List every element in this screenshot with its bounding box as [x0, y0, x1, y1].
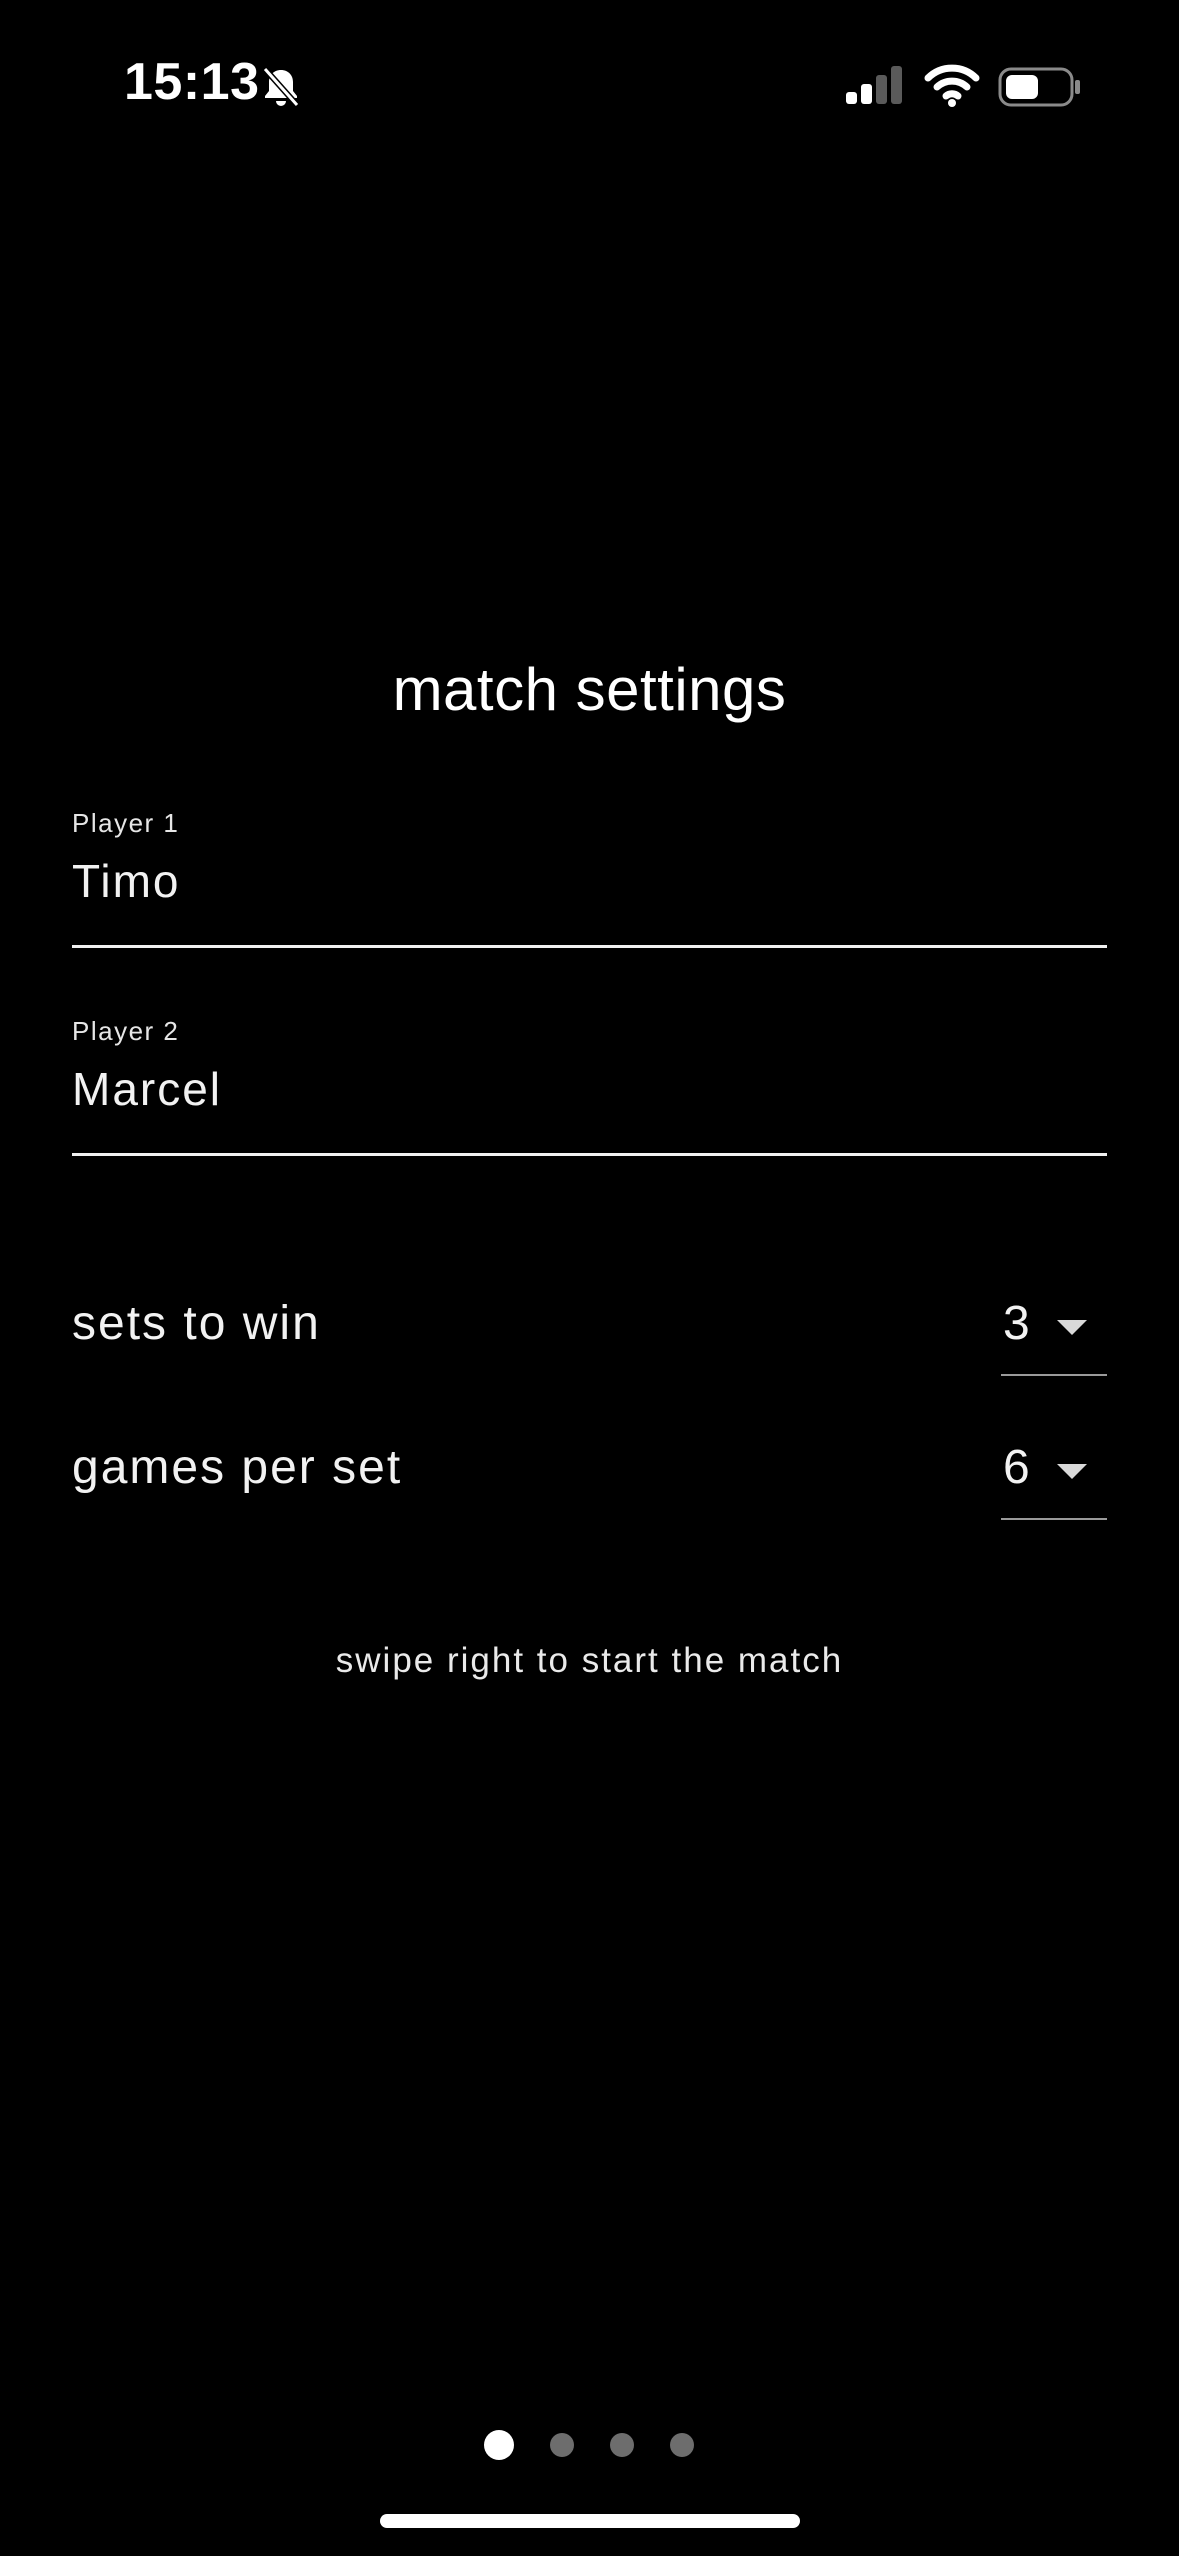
- page-title: match settings: [392, 656, 787, 723]
- home-indicator[interactable]: [380, 2514, 800, 2528]
- player-2-underline: [72, 1153, 1107, 1156]
- page-dot-4[interactable]: [670, 2433, 694, 2457]
- player-1-field[interactable]: Player 1 Timo: [72, 808, 1107, 948]
- battery-icon: [998, 67, 1080, 107]
- player-2-field[interactable]: Player 2 Marcel: [72, 1016, 1107, 1156]
- chevron-down-icon[interactable]: [1057, 1320, 1087, 1335]
- page-dot-2[interactable]: [550, 2433, 574, 2457]
- games-per-set-dropdown[interactable]: 6: [1001, 1420, 1107, 1520]
- sets-to-win-value[interactable]: 3: [1003, 1296, 1030, 1351]
- page-indicator[interactable]: [0, 2430, 1179, 2460]
- sets-to-win-label: sets to win: [72, 1297, 321, 1350]
- games-per-set-row: games per set 6: [72, 1420, 1107, 1520]
- swipe-hint: swipe right to start the match: [335, 1641, 844, 1680]
- games-per-set-label: games per set: [72, 1441, 403, 1494]
- player-1-underline: [72, 945, 1107, 948]
- status-time: 15:13: [124, 53, 260, 111]
- bell-slash-icon: [262, 67, 300, 107]
- games-per-set-value[interactable]: 6: [1003, 1440, 1030, 1495]
- wifi-icon: [924, 64, 980, 107]
- sets-to-win-dropdown[interactable]: 3: [1001, 1276, 1107, 1376]
- player-2-label: Player 2: [72, 1016, 180, 1046]
- chevron-down-icon[interactable]: [1057, 1464, 1087, 1479]
- status-bar: 15:13: [0, 0, 1179, 175]
- dropdown-underline: [1001, 1374, 1107, 1376]
- page-dot-3[interactable]: [610, 2433, 634, 2457]
- cellular-signal-icon: [846, 66, 902, 104]
- dropdown-underline: [1001, 1518, 1107, 1520]
- player-2-input[interactable]: Marcel: [72, 1062, 222, 1116]
- player-1-input[interactable]: Timo: [72, 854, 181, 908]
- page-dot-1[interactable]: [484, 2430, 514, 2460]
- player-1-label: Player 1: [72, 808, 180, 838]
- sets-to-win-row: sets to win 3: [72, 1276, 1107, 1376]
